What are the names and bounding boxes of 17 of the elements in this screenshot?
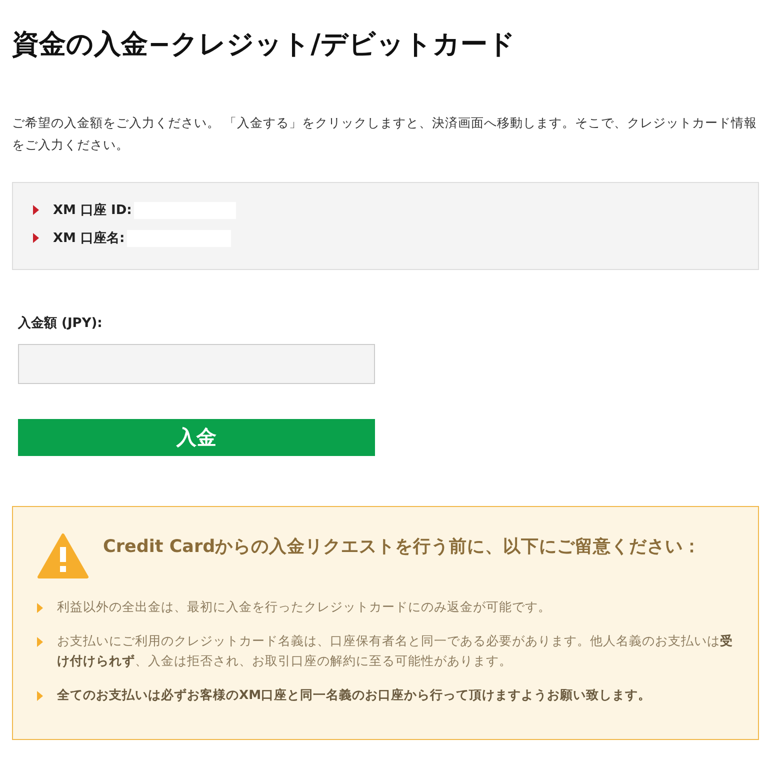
notice-text: 利益以外の全出金は、最初に入金を行ったクレジットカードにのみ返金が可能です。 [57, 598, 551, 616]
amount-label: 入金額 (JPY): [18, 314, 104, 332]
bullet-icon [37, 637, 43, 647]
deposit-button[interactable]: 入金 [18, 419, 375, 456]
bullet-icon [37, 691, 43, 701]
amount-input[interactable] [18, 344, 375, 384]
notice-text: 全てのお支払いは必ずお客様のXM口座と同一名義のお口座から行って頂けますようお願い致します。 [57, 686, 652, 704]
page-title: 資金の入金−クレジット/デビットカード [12, 28, 516, 62]
bullet-icon [37, 603, 43, 613]
notice-heading: Credit Cardからの入金リクエストを行う前に、以下にご留意ください： [103, 537, 702, 558]
intro-text: ご希望の入金額をご入力ください。 「入金する」をクリックしますと、決済画面へ移動します。そこで、クレジットカード情報をご入力ください。 [12, 114, 758, 154]
info-label: XM 口座名: [53, 230, 125, 247]
bullet-icon [33, 205, 39, 215]
bullet-icon [33, 233, 39, 243]
warning-icon [37, 533, 89, 579]
notice-text: お支払いにご利用のクレジットカード名義は、口座保有者名と同一である必要があります。他人名義のお支払いは受け付けられず、入金は拒否され、お取引口座の解約に至る可能性があります。 [57, 632, 734, 670]
info-label: XM 口座 ID: [53, 202, 132, 219]
